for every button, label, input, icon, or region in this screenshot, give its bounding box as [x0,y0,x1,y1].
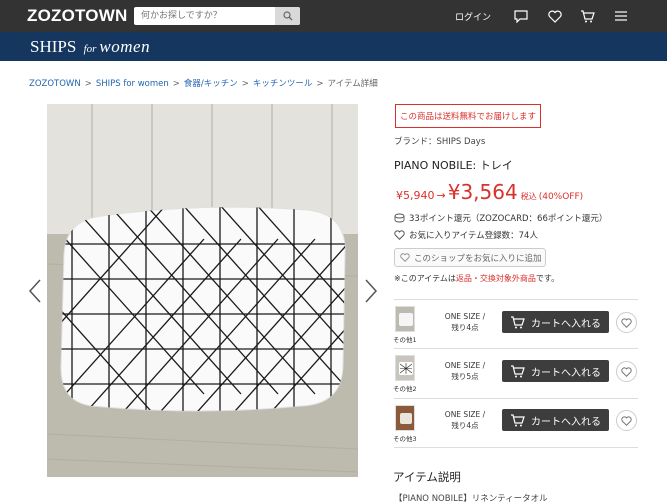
description-text: 【PIANO NOBILE】リネンティータオル [394,494,548,504]
search-icon [282,11,292,21]
brand-line: ブランド：SHIPS Days [394,135,485,147]
price-original: ¥5,940 [396,189,435,202]
add-favorite-button[interactable] [616,410,637,431]
variant-label: その他1 [393,336,417,344]
global-header: ZOZOTOWN ログイン [0,0,667,32]
product-name: PIANO NOBILE: トレイ [394,159,513,172]
variant-size: ONE SIZE / 残り4点 [436,409,494,431]
next-image-button[interactable] [364,278,378,304]
cart-icon [511,315,525,328]
breadcrumb-category[interactable]: 食器/キッチン [184,79,238,89]
heart-icon [394,230,405,240]
breadcrumb-separator: > [84,79,92,89]
divider [394,398,638,399]
favorite-count-text: お気に入りアイテム登録数：74人 [409,231,538,241]
cart-icon [511,413,525,426]
price-sale: ¥3,564 [447,180,518,204]
return-note-suffix: です。 [535,274,560,283]
add-to-cart-button[interactable]: カートへ入れる [502,311,609,333]
product-image[interactable] [47,104,358,477]
variant-label: その他3 [393,435,417,443]
add-to-cart-button[interactable]: カートへ入れる [502,360,609,382]
variant-stock: 残り4点 [451,323,479,332]
prev-image-button[interactable] [28,278,42,304]
favorite-icon[interactable] [547,8,563,24]
breadcrumb-separator: > [172,79,180,89]
favorite-count: お気に入りアイテム登録数：74人 [394,229,538,241]
variant-size-text: ONE SIZE / [444,410,486,419]
return-note-prefix: ※このアイテムは [394,274,456,283]
coin-icon [394,213,405,223]
chat-icon[interactable] [513,8,529,24]
add-shop-favorite-label: このショップをお気に入りに追加 [414,253,542,264]
variant-size: ONE SIZE / 残り4点 [436,311,494,333]
price-discount: (40%OFF) [538,192,584,202]
points-text: 33ポイント還元（ZOZOCARD：66ポイント還元） [409,214,608,224]
free-shipping-badge: この商品は送料無料でお届けします [395,104,542,128]
shop-name-for: for [83,43,97,55]
price: ¥5,940 → ¥3,564 税込 (40%OFF) [396,180,583,204]
return-policy-link[interactable]: 返品・交換対象外商品 [456,274,536,283]
breadcrumb-separator: > [316,79,324,89]
divider [394,299,638,300]
chevron-left-icon [28,279,41,303]
divider [394,348,638,349]
shop-name-women: women [99,37,151,56]
variant-size-text: ONE SIZE / [444,312,486,321]
breadcrumb-current: アイテム詳細 [327,79,378,89]
variant-size: ONE SIZE / 残り5点 [436,360,494,382]
add-to-cart-label: カートへ入れる [531,318,601,330]
search-button[interactable] [275,7,300,25]
variant-thumbnail[interactable] [395,405,415,431]
breadcrumb-shop[interactable]: SHIPS for women [96,79,169,89]
add-favorite-button[interactable] [616,361,637,382]
heart-icon [621,415,632,426]
heart-icon [400,253,410,262]
divider [394,447,638,448]
description-title: アイテム説明 [393,470,461,484]
breadcrumb-subcategory[interactable]: キッチンツール [253,79,313,89]
variant-stock: 残り5点 [451,372,479,381]
menu-icon[interactable] [613,8,629,24]
brand-link[interactable]: SHIPS Days [437,137,486,147]
breadcrumb: ZOZOTOWN > SHIPS for women > 食器/キッチン > キッチンツール… [29,77,378,89]
breadcrumb-zozotown[interactable]: ZOZOTOWN [29,79,81,89]
shop-header: SHIPS for women [0,32,667,61]
shop-logo[interactable]: SHIPS for women [30,37,150,57]
variant-label: その他2 [393,385,417,393]
add-to-cart-label: カートへ入れる [531,367,601,379]
chevron-right-icon [365,279,378,303]
shop-name-main: SHIPS [30,37,77,56]
cart-icon[interactable] [579,8,595,24]
search-box [134,7,300,25]
add-favorite-button[interactable] [616,312,637,333]
login-link[interactable]: ログイン [455,10,491,23]
variant-stock: 残り4点 [451,421,479,430]
price-tax-label: 税込 [520,192,537,201]
return-note: ※このアイテムは返品・交換対象外商品です。 [394,273,559,284]
search-input[interactable] [134,7,274,25]
cart-icon [511,364,525,377]
price-arrow: → [436,189,446,202]
variant-size-text: ONE SIZE / [444,361,486,370]
points-info: 33ポイント還元（ZOZOCARD：66ポイント還元） [394,212,607,224]
zozotown-logo[interactable]: ZOZOTOWN [27,6,127,26]
add-shop-favorite-button[interactable]: このショップをお気に入りに追加 [394,248,546,267]
add-to-cart-button[interactable]: カートへ入れる [502,409,609,431]
breadcrumb-separator: > [241,79,249,89]
heart-icon [621,366,632,377]
heart-icon [621,317,632,328]
brand-prefix: ブランド： [394,137,437,147]
variant-thumbnail[interactable] [395,355,415,381]
add-to-cart-label: カートへ入れる [531,416,601,428]
variant-thumbnail[interactable] [395,306,415,332]
